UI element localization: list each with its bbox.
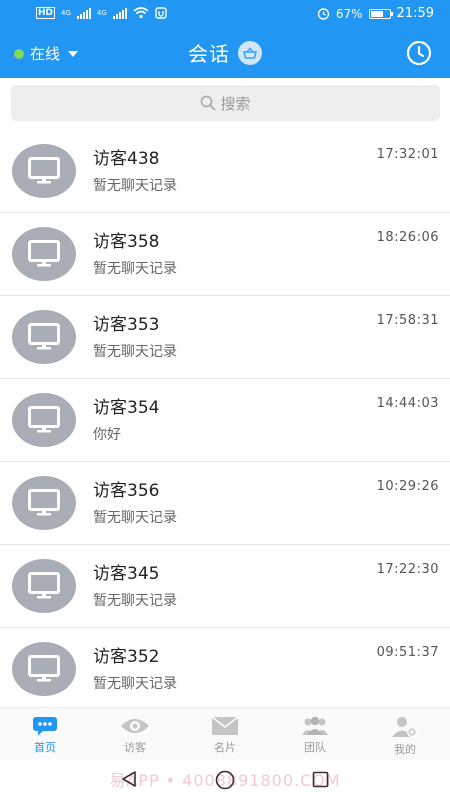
list-item[interactable]: 访客353 17:58:31 暂无聊天记录	[0, 296, 450, 379]
bottom-tab-bar: 首页 访客 名片 团队 我的	[0, 707, 450, 761]
avatar	[12, 310, 76, 364]
back-icon[interactable]	[120, 770, 138, 788]
avatar	[12, 393, 76, 447]
network-4g-2: 4G	[96, 9, 107, 17]
hd-indicator: HD	[36, 7, 56, 19]
title-group: 会话	[0, 38, 450, 67]
basket-icon[interactable]	[238, 40, 262, 65]
tab-profile[interactable]: 我的	[360, 708, 450, 761]
home-icon[interactable]	[215, 770, 235, 790]
chat-bubble-icon	[33, 717, 57, 736]
message-preview: 暂无聊天记录	[93, 593, 177, 609]
message-preview: 暂无聊天记录	[93, 510, 177, 526]
visitor-name: 访客353	[93, 315, 160, 335]
eye-icon	[121, 719, 149, 733]
battery-icon	[368, 8, 393, 19]
avatar	[12, 642, 76, 696]
visitor-name: 访客345	[93, 564, 160, 584]
status-bar-right: 67% 21:59	[317, 6, 434, 21]
search-placeholder: 搜索	[220, 94, 251, 113]
visitor-name: 访客358	[93, 232, 160, 252]
wifi-icon	[133, 7, 149, 19]
search-icon	[201, 95, 216, 111]
avatar	[12, 559, 76, 613]
notification-icon	[155, 7, 167, 19]
status-bar: HD 4G 4G 67% 21:59	[0, 0, 450, 28]
monitor-icon	[28, 489, 60, 516]
monitor-icon	[28, 655, 60, 682]
conversation-list: 访客438 17:32:01 暂无聊天记录 访客358 18:26:06 暂无聊…	[0, 130, 450, 711]
app-header: 在线 会话	[0, 28, 450, 78]
list-item[interactable]: 访客354 14:44:03 你好	[0, 379, 450, 462]
list-item[interactable]: 访客438 17:32:01 暂无聊天记录	[0, 130, 450, 213]
tab-team-label: 团队	[304, 741, 326, 754]
visitor-name: 访客352	[93, 647, 160, 667]
page-title: 会话	[188, 42, 230, 66]
tab-team[interactable]: 团队	[270, 708, 360, 761]
battery-percent: 67%	[335, 6, 363, 21]
list-item[interactable]: 访客352 09:51:37 暂无聊天记录	[0, 628, 450, 711]
message-preview: 暂无聊天记录	[93, 261, 177, 277]
message-time: 14:44:03	[376, 396, 439, 411]
clock-icon[interactable]	[406, 40, 432, 66]
visitor-name: 访客438	[93, 149, 160, 169]
status-bar-left: HD 4G 4G	[36, 7, 167, 19]
monitor-icon	[28, 157, 60, 184]
message-time: 09:51:37	[376, 645, 439, 660]
message-preview: 暂无聊天记录	[93, 344, 177, 360]
message-preview: 你好	[93, 427, 121, 443]
message-time: 18:26:06	[376, 230, 439, 245]
search-input[interactable]: 搜索	[11, 85, 440, 121]
tab-profile-label: 我的	[394, 743, 416, 756]
tab-home-label: 首页	[34, 741, 56, 754]
signal-icon	[112, 7, 127, 19]
message-time: 10:29:26	[376, 479, 439, 494]
visitor-name: 访客356	[93, 481, 160, 501]
message-preview: 暂无聊天记录	[93, 676, 177, 692]
message-time: 17:58:31	[376, 313, 439, 328]
list-item[interactable]: 访客358 18:26:06 暂无聊天记录	[0, 213, 450, 296]
monitor-icon	[28, 323, 60, 350]
monitor-icon	[28, 240, 60, 267]
visitor-name: 访客354	[93, 398, 160, 418]
message-time: 17:32:01	[376, 147, 439, 162]
message-preview: 暂无聊天记录	[93, 178, 177, 194]
clock-time: 21:59	[396, 6, 434, 21]
avatar	[12, 144, 76, 198]
alarm-icon	[317, 8, 330, 20]
network-4g-1: 4G	[61, 9, 71, 17]
avatar	[12, 476, 76, 530]
envelope-icon	[211, 716, 239, 735]
user-settings-icon	[392, 717, 418, 738]
system-nav-bar: 易APP • 4008891800.COM	[0, 760, 450, 800]
team-icon	[302, 716, 328, 735]
tab-cards-label: 名片	[214, 741, 236, 754]
message-time: 17:22:30	[376, 562, 439, 577]
monitor-icon	[28, 572, 60, 599]
recent-apps-icon[interactable]	[312, 771, 329, 788]
monitor-icon	[28, 406, 60, 433]
list-item[interactable]: 访客356 10:29:26 暂无聊天记录	[0, 462, 450, 545]
list-item[interactable]: 访客345 17:22:30 暂无聊天记录	[0, 545, 450, 628]
avatar	[12, 227, 76, 281]
tab-home[interactable]: 首页	[0, 708, 90, 761]
signal-icon	[76, 7, 91, 19]
tab-cards[interactable]: 名片	[180, 708, 270, 761]
tab-visitors-label: 访客	[124, 741, 146, 754]
tab-visitors[interactable]: 访客	[90, 708, 180, 761]
search-area: 搜索	[0, 78, 450, 130]
